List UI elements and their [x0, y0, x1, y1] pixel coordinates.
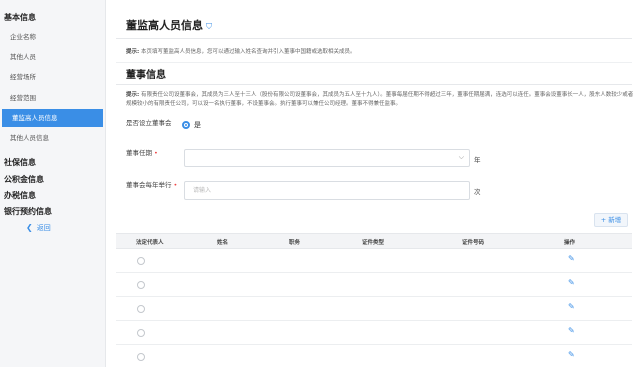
table-row: ✎ — [116, 321, 632, 345]
page: 基本信息 企业名称 其他人员 经营场所 经营范围 董监高人员信息 其他人员信息 … — [0, 0, 640, 367]
divider — [116, 84, 632, 85]
board-label: 是否设立董事会 — [126, 119, 172, 127]
sidebar-section-bank-appointment[interactable]: 银行预约信息 — [4, 206, 52, 217]
divider — [116, 38, 632, 39]
divider — [116, 62, 632, 63]
top-hint-text: 本页填写董监高人员信息，您可以通过输入姓名查询并引入董事中国籍或选取相关成员。 — [140, 49, 356, 55]
section-hint-text: 有限责任公司设董事会，其成员为三人至十三人（股份有限公司设董事会，其成员为五人至… — [126, 92, 634, 107]
table-row: ✎ — [116, 345, 632, 367]
column-header-id-type: 证件类型 — [362, 240, 385, 246]
term-unit: 年 — [474, 156, 481, 164]
term-label-text: 董事任期 — [126, 149, 152, 157]
sidebar-item-other-personnel-info[interactable]: 其他人员信息 — [0, 129, 105, 147]
column-header-id-number: 证件号码 — [462, 240, 485, 246]
sidebar-item-business-scope[interactable]: 经营范围 — [0, 89, 105, 107]
sidebar-section-tax[interactable]: 办税信息 — [4, 190, 36, 201]
meetings-label: 董事会每年举行 • — [126, 180, 178, 190]
column-header-name: 姓名 — [217, 240, 229, 246]
legal-rep-radio[interactable] — [137, 305, 145, 313]
required-marker: • — [154, 149, 158, 157]
table-row: ✎ — [116, 249, 632, 273]
sidebar-item-business-premises[interactable]: 经营场所 — [0, 68, 105, 86]
top-hint-label: 提示: — [126, 49, 140, 55]
radio-selected-icon — [182, 121, 190, 129]
term-label: 董事任期 • — [126, 148, 158, 158]
back-label: 返回 — [36, 224, 51, 232]
edit-icon[interactable]: ✎ — [568, 326, 575, 335]
required-marker: • — [173, 181, 178, 189]
sidebar-item-directors[interactable]: 董监高人员信息 — [2, 109, 103, 127]
chevron-down-icon: ⌵ — [458, 153, 464, 161]
edit-icon[interactable]: ✎ — [568, 302, 575, 311]
back-link[interactable]: ❮ 返回 — [26, 223, 51, 233]
sidebar-item-company-name[interactable]: 企业名称 — [0, 28, 105, 46]
sidebar-section-housing-fund[interactable]: 公积金信息 — [4, 174, 44, 185]
section-title: 董事信息 — [126, 70, 166, 81]
chevron-left-icon: ❮ — [26, 223, 33, 232]
board-radio-label: 是 — [194, 121, 201, 129]
sidebar-item-other-personnel[interactable]: 其他人员 — [0, 48, 105, 66]
sidebar-section-basic-info: 基本信息 — [4, 13, 36, 22]
legal-rep-radio[interactable] — [137, 281, 145, 289]
term-select[interactable]: ⌵ — [184, 149, 470, 167]
edit-icon[interactable]: ✎ — [568, 254, 575, 263]
add-button[interactable]: + 新增 — [594, 213, 628, 227]
directors-table: 法定代表人 姓名 职务 证件类型 证件号码 操作 ✎ ✎ ✎ ✎ ✎ — [116, 233, 632, 367]
edit-icon[interactable]: ✎ — [568, 278, 575, 287]
page-title-text: 董监高人员信息 — [126, 19, 203, 32]
meetings-input[interactable]: 请输入 — [184, 181, 470, 200]
legal-rep-radio[interactable] — [137, 353, 145, 361]
table-row: ✎ — [116, 297, 632, 321]
section-hint: 提示: 有限责任公司设董事会，其成员为三人至十三人（股份有限公司设董事会，其成员… — [126, 91, 634, 109]
column-header-legal-rep: 法定代表人 — [136, 240, 164, 246]
edit-icon[interactable]: ✎ — [568, 350, 575, 359]
board-radio-yes[interactable]: 是 — [182, 120, 201, 130]
table-header: 法定代表人 姓名 职务 证件类型 证件号码 操作 — [116, 233, 632, 249]
column-header-actions: 操作 — [564, 240, 576, 246]
meetings-label-text: 董事会每年举行 — [126, 181, 172, 189]
meetings-unit: 次 — [474, 188, 481, 196]
sidebar-section-social-security[interactable]: 社保信息 — [4, 157, 36, 168]
legal-rep-radio[interactable] — [137, 329, 145, 337]
column-header-position: 职务 — [289, 240, 301, 246]
table-row: ✎ — [116, 273, 632, 297]
main-content: 董监高人员信息 ⛉ 提示: 本页填写董监高人员信息，您可以通过输入姓名查询并引入董… — [116, 0, 636, 367]
sidebar: 基本信息 企业名称 其他人员 经营场所 经营范围 董监高人员信息 其他人员信息 … — [0, 0, 106, 367]
shield-icon: ⛉ — [206, 22, 212, 31]
section-hint-label: 提示: — [126, 92, 140, 98]
page-title: 董监高人员信息 ⛉ — [126, 17, 212, 33]
top-hint: 提示: 本页填写董监高人员信息，您可以通过输入姓名查询并引入董事中国籍或选取相关… — [126, 47, 355, 55]
legal-rep-radio[interactable] — [137, 257, 145, 265]
